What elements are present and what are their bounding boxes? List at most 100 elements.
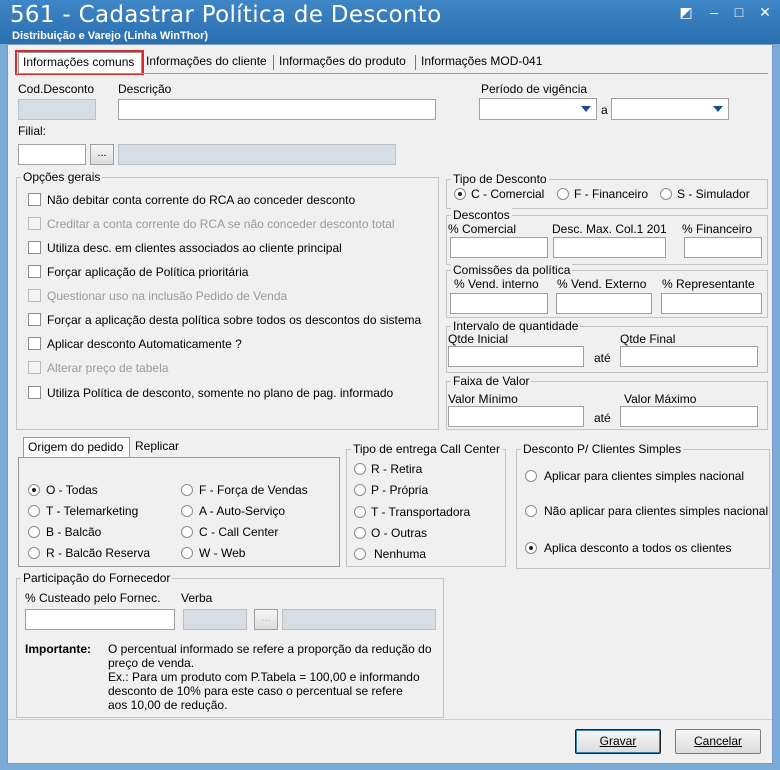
- custeado-input[interactable]: [25, 609, 175, 630]
- tab-informacoes-mod041[interactable]: Informações MOD-041: [417, 52, 546, 73]
- representante-label: % Representante: [662, 277, 755, 291]
- maximize-icon[interactable]: □: [728, 4, 750, 20]
- option-label: Utiliza Política de desconto, somente no…: [47, 386, 394, 400]
- simples-radio[interactable]: [525, 505, 537, 517]
- importante-label: Importante:: [25, 642, 91, 656]
- intervalo-title: Intervalo de quantidade: [451, 319, 581, 333]
- gravar-label: Gravar: [599, 734, 637, 748]
- option-checkbox[interactable]: [28, 313, 41, 326]
- origem-radio[interactable]: [28, 505, 40, 517]
- entrega-radio[interactable]: [354, 548, 366, 560]
- tipo-entrega-title: Tipo de entrega Call Center: [351, 442, 502, 456]
- restore-icon[interactable]: ◩: [675, 4, 697, 20]
- tipo-desconto-comercial-radio[interactable]: [454, 188, 466, 200]
- gravar-button[interactable]: Gravar: [575, 729, 661, 754]
- perc-comercial-input[interactable]: [450, 237, 548, 258]
- valor-maximo-label: Valor Máximo: [624, 392, 697, 406]
- filial-name-field: [118, 144, 396, 165]
- entrega-option-label: P - Própria: [371, 483, 429, 497]
- option-checkbox[interactable]: [28, 193, 41, 206]
- tab-separator: [415, 55, 416, 70]
- option-label: Alterar preço de tabela: [47, 361, 169, 375]
- vend-interno-label: % Vend. interno: [454, 277, 539, 291]
- option-label: Forçar aplicação de Política prioritária: [47, 265, 249, 279]
- periodo-inicio-combo[interactable]: [479, 98, 597, 120]
- verba-label: Verba: [181, 591, 213, 605]
- origem-radio[interactable]: [181, 547, 193, 559]
- verba-search-button[interactable]: ...: [254, 609, 278, 630]
- entrega-option-label: R - Retira: [371, 462, 423, 476]
- descricao-input[interactable]: [118, 99, 436, 120]
- tab-separator: [273, 55, 274, 70]
- option-label: Questionar uso na inclusão Pedido de Ven…: [47, 289, 288, 303]
- importante-note: O percentual informado se refere a propo…: [108, 642, 432, 712]
- close-icon[interactable]: ✕: [754, 4, 776, 20]
- vend-externo-input[interactable]: [556, 293, 652, 314]
- origem-option-label: A - Auto-Serviço: [199, 504, 286, 518]
- entrega-radio[interactable]: [354, 527, 366, 539]
- custeado-label: % Custeado pelo Fornec.: [25, 591, 161, 605]
- option-label: Utiliza desc. em clientes associados ao …: [47, 241, 342, 255]
- valor-ate-label: até: [594, 411, 611, 425]
- option-checkbox[interactable]: [28, 386, 41, 399]
- origem-option-label: R - Balcão Reserva: [46, 546, 151, 560]
- periodo-fim-combo[interactable]: [611, 98, 729, 120]
- origem-option-label: B - Balcão: [46, 525, 102, 539]
- option-checkbox: [28, 361, 41, 374]
- cancelar-button[interactable]: Cancelar: [675, 729, 761, 754]
- periodo-label: Período de vigência: [481, 82, 588, 96]
- tab-underline: [16, 73, 768, 74]
- origem-radio[interactable]: [181, 526, 193, 538]
- origem-radio[interactable]: [181, 484, 193, 496]
- option-label: Forçar a aplicação desta política sobre …: [47, 313, 422, 327]
- vend-interno-input[interactable]: [450, 293, 548, 314]
- valor-maximo-input[interactable]: [620, 406, 758, 427]
- tipo-desconto-financeiro-radio[interactable]: [557, 188, 569, 200]
- note-line: O percentual informado se refere a propo…: [108, 642, 432, 656]
- entrega-option-label: T - Transportadora: [371, 505, 471, 519]
- footer-divider: [8, 719, 772, 720]
- tab-highlight-box: [15, 50, 144, 75]
- representante-input[interactable]: [661, 293, 762, 314]
- entrega-option-label: O - Outras: [371, 526, 428, 540]
- qtde-inicial-input[interactable]: [448, 346, 584, 367]
- option-label: Não debitar conta corrente do RCA ao con…: [47, 193, 356, 207]
- note-line: Ex.: Para um produto com P.Tabela = 100,…: [108, 670, 420, 684]
- origem-option-label: O - Todas: [46, 483, 98, 497]
- tipo-desconto-simulador-radio[interactable]: [660, 188, 672, 200]
- origem-radio[interactable]: [28, 526, 40, 538]
- simples-radio[interactable]: [525, 542, 537, 554]
- verba-input[interactable]: [183, 609, 247, 630]
- note-line: desconto de 10% para este caso o percent…: [108, 684, 403, 698]
- cod-desconto-label: Cod.Desconto: [18, 82, 95, 96]
- option-checkbox[interactable]: [28, 241, 41, 254]
- minimize-icon[interactable]: –: [703, 4, 725, 20]
- perc-financeiro-input[interactable]: [684, 237, 762, 258]
- option-checkbox[interactable]: [28, 337, 41, 350]
- filial-search-button[interactable]: ...: [90, 144, 114, 165]
- entrega-radio[interactable]: [354, 463, 366, 475]
- origem-radio[interactable]: [28, 484, 40, 496]
- origem-option-label: T - Telemarketing: [46, 504, 139, 518]
- valor-minimo-input[interactable]: [448, 406, 584, 427]
- tab-origem-pedido[interactable]: Origem do pedido: [23, 437, 130, 458]
- desc-max-col-input[interactable]: [553, 237, 666, 258]
- qtde-final-input[interactable]: [620, 346, 758, 367]
- chevron-down-icon[interactable]: [710, 101, 726, 117]
- option-checkbox[interactable]: [28, 265, 41, 278]
- qtde-inicial-label: Qtde Inicial: [448, 332, 509, 346]
- tab-replicar[interactable]: Replicar: [131, 437, 183, 458]
- window-subtitle: Distribuição e Varejo (Linha WinThor): [12, 30, 209, 42]
- valor-minimo-label: Valor Mínimo: [448, 392, 518, 406]
- cod-desconto-input[interactable]: [18, 99, 96, 120]
- tab-informacoes-produto[interactable]: Informações do produto: [275, 52, 410, 73]
- filial-input[interactable]: [18, 144, 86, 165]
- origem-radio[interactable]: [181, 505, 193, 517]
- tab-informacoes-cliente[interactable]: Informações do cliente: [142, 52, 271, 73]
- simples-radio[interactable]: [525, 470, 537, 482]
- origem-radio[interactable]: [28, 547, 40, 559]
- entrega-radio[interactable]: [354, 506, 366, 518]
- entrega-radio[interactable]: [354, 484, 366, 496]
- chevron-down-icon[interactable]: [578, 101, 594, 117]
- option-checkbox: [28, 289, 41, 302]
